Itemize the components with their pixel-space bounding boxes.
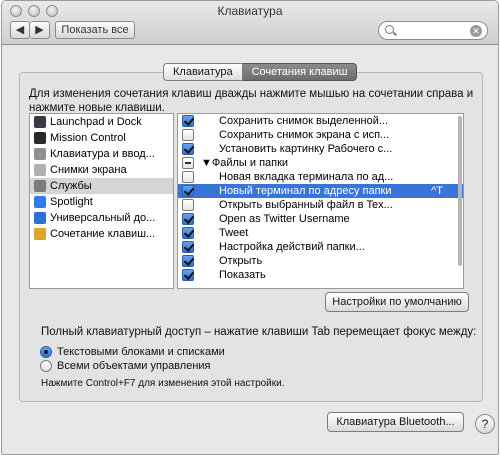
control-f7-hint: Нажмите Control+F7 для изменения этой на… (41, 378, 285, 389)
screenshot-icon (34, 164, 46, 176)
shortcut-row[interactable]: Сохранить снимок выделенной... (178, 114, 463, 128)
category-label: Клавиатура и ввод... (50, 148, 155, 160)
category-label: Spotlight (50, 196, 93, 208)
shortcut-label: Сохранить снимок экрана с исп... (219, 129, 390, 141)
mission-control-icon (34, 132, 46, 144)
category-item[interactable]: Клавиатура и ввод... (30, 146, 173, 162)
shortcut-row[interactable]: Новый терминал по адресу папки ^T (178, 184, 463, 198)
radio-all-controls[interactable] (40, 360, 52, 372)
shortcut-checkbox[interactable] (182, 199, 194, 211)
category-item[interactable]: Универсальный до... (30, 210, 173, 226)
accessibility-icon (34, 212, 46, 224)
forward-arrow-icon: ▶ (35, 24, 44, 36)
shortcut-label: ▼Файлы и папки (201, 157, 289, 169)
shortcut-list[interactable]: Сохранить снимок выделенной... Сохранить … (177, 113, 464, 289)
category-item[interactable]: Spotlight (30, 194, 173, 210)
shortcut-rows: Сохранить снимок выделенной... Сохранить … (178, 114, 463, 282)
shortcut-row[interactable]: Tweet (178, 226, 463, 240)
shortcut-checkbox[interactable] (182, 255, 194, 267)
shortcut-checkbox[interactable] (182, 213, 194, 225)
shortcut-row[interactable]: Сохранить снимок экрана с исп... (178, 128, 463, 142)
category-label: Снимки экрана (50, 164, 127, 176)
help-button[interactable]: ? (475, 414, 495, 434)
shortcut-row[interactable]: Настройка действий папки... (178, 240, 463, 254)
scrollbar-thumb[interactable] (458, 116, 462, 266)
shortcut-checkbox[interactable] (182, 143, 194, 155)
keyboard-preferences-window: Клавиатура ◀ ▶ Показать все ✕ Клавиатура… (1, 0, 499, 455)
services-gear-icon (34, 180, 46, 192)
shortcut-row[interactable]: Open as Twitter Username (178, 212, 463, 226)
category-label: Launchpad и Dock (50, 116, 142, 128)
app-shortcuts-icon (34, 228, 46, 240)
category-label: Сочетание клавиш... (50, 228, 156, 240)
category-item[interactable]: Mission Control (30, 130, 173, 146)
category-item[interactable]: Launchpad и Dock (30, 114, 173, 130)
tab-bar: Клавиатура Сочетания клавиш (163, 63, 358, 81)
back-button[interactable]: ◀ (10, 21, 30, 39)
category-item[interactable]: Службы (30, 178, 173, 194)
window-title: Клавиатура (217, 4, 283, 18)
forward-button[interactable]: ▶ (30, 21, 50, 39)
launchpad-icon (34, 116, 46, 128)
shortcut-key[interactable]: ^T (431, 184, 443, 198)
shortcut-label: Открыть (219, 255, 263, 267)
search-icon (385, 25, 394, 34)
search-field[interactable]: ✕ (378, 21, 488, 40)
shortcut-checkbox[interactable] (182, 269, 194, 281)
back-arrow-icon: ◀ (15, 24, 25, 36)
spotlight-icon (34, 196, 46, 208)
shortcut-checkbox[interactable] (182, 185, 194, 197)
show-all-button[interactable]: Показать все (55, 21, 135, 39)
shortcut-label: Установить картинку Рабочего с... (219, 143, 393, 155)
category-label: Службы (50, 180, 92, 192)
shortcut-group-row[interactable]: ▼Файлы и папки (178, 156, 463, 170)
shortcut-label: Открыть выбранный файл в Tex... (219, 199, 393, 211)
shortcut-list-scrollbar[interactable] (457, 114, 463, 288)
radio-all-controls-label[interactable]: Всеми объектами управления (57, 360, 211, 372)
shortcut-checkbox[interactable] (182, 241, 194, 253)
category-item[interactable]: Сочетание клавиш... (30, 226, 173, 242)
shortcut-checkbox[interactable] (182, 227, 194, 239)
shortcut-label: Новый терминал по адресу папки (219, 185, 392, 197)
shortcut-checkbox[interactable] (182, 171, 194, 183)
shortcut-label: Tweet (219, 227, 249, 239)
restore-defaults-button[interactable]: Настройки по умолчанию (325, 292, 469, 312)
shortcut-row[interactable]: Установить картинку Рабочего с... (178, 142, 463, 156)
category-item[interactable]: Снимки экрана (30, 162, 173, 178)
clear-search-icon[interactable]: ✕ (470, 25, 482, 37)
instructions-text: Для изменения сочетания клавиш дважды на… (29, 88, 474, 114)
shortcut-row[interactable]: Открыть (178, 254, 463, 268)
keyboard-icon (34, 148, 46, 160)
radio-text-boxes-and-lists[interactable] (40, 346, 52, 358)
category-label: Mission Control (50, 132, 126, 144)
full-keyboard-access-label: Полный клавиатурный доступ – нажатие кла… (41, 326, 477, 338)
shortcut-checkbox[interactable] (182, 157, 194, 169)
bluetooth-keyboard-button[interactable]: Клавиатура Bluetooth... (327, 412, 464, 432)
shortcut-checkbox[interactable] (182, 129, 194, 141)
category-label: Универсальный до... (50, 212, 156, 224)
tab-keyboard-shortcuts[interactable]: Сочетания клавиш (242, 63, 358, 81)
shortcut-row[interactable]: Показать (178, 268, 463, 282)
shortcut-label: Новая вкладка терминала по ад... (219, 171, 394, 183)
shortcut-label: Open as Twitter Username (219, 213, 350, 225)
shortcut-row[interactable]: Открыть выбранный файл в Tex... (178, 198, 463, 212)
help-icon: ? (481, 417, 489, 431)
titlebar: Клавиатура ◀ ▶ Показать все ✕ (2, 1, 498, 45)
shortcut-label: Сохранить снимок выделенной... (219, 115, 389, 127)
shortcut-label: Показать (219, 269, 266, 281)
tab-keyboard[interactable]: Клавиатура (163, 63, 243, 81)
radio-text-boxes-and-lists-label[interactable]: Текстовыми блоками и списками (57, 346, 225, 358)
shortcut-row[interactable]: Новая вкладка терминала по ад... (178, 170, 463, 184)
shortcut-label: Настройка действий папки... (219, 241, 365, 253)
shortcut-checkbox[interactable] (182, 115, 194, 127)
category-list[interactable]: Launchpad и Dock Mission Control Клавиатур… (29, 113, 174, 289)
